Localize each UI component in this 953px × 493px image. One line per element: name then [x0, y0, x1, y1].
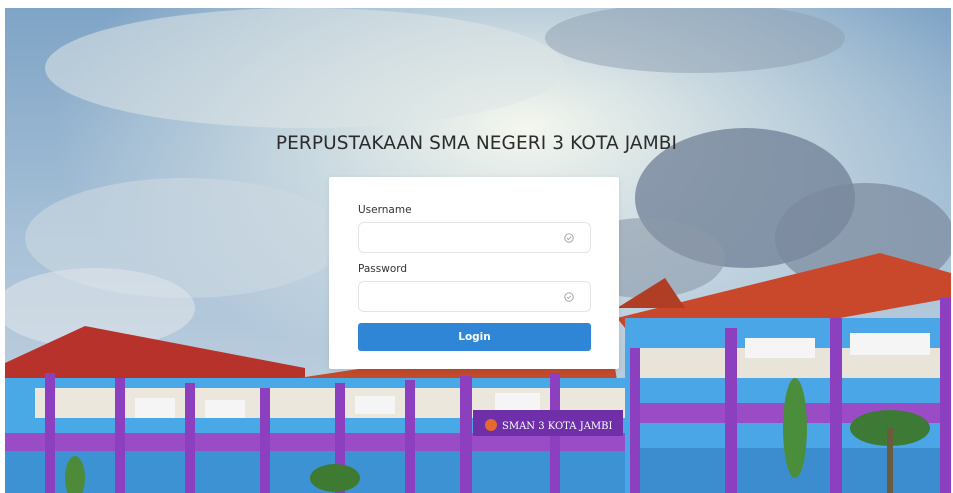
- password-input[interactable]: [358, 281, 591, 312]
- check-circle-icon: [564, 233, 574, 243]
- username-label: Username: [358, 204, 412, 216]
- page-title: PERPUSTAKAAN SMA NEGERI 3 KOTA JAMBI: [275, 133, 678, 154]
- login-card: Username Password Login: [329, 177, 619, 369]
- building-sign-text: SMAN 3 KOTA JAMBI: [502, 421, 613, 432]
- username-input[interactable]: [358, 222, 591, 253]
- login-button[interactable]: Login: [358, 323, 591, 351]
- password-label: Password: [358, 263, 408, 275]
- check-circle-icon: [564, 292, 574, 302]
